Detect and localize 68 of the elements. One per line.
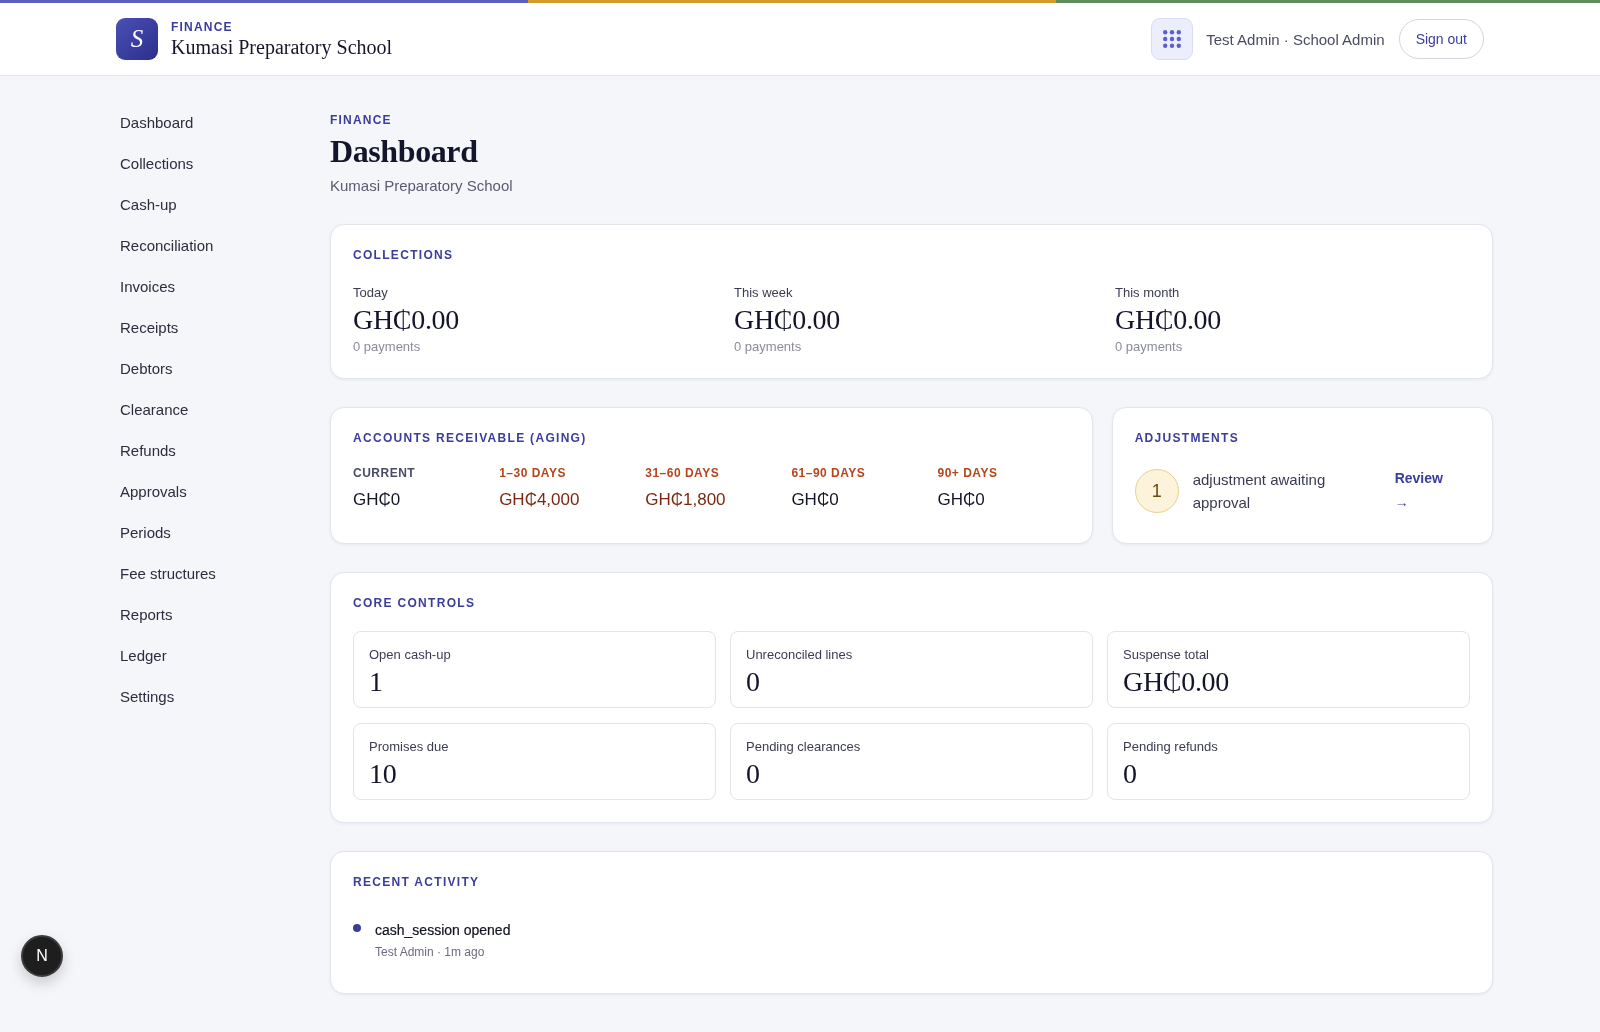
tile-label: Suspense total	[1123, 646, 1209, 664]
page-eyebrow: FINANCE	[330, 112, 392, 128]
tile-label: Pending refunds	[1123, 738, 1218, 756]
sidebar-item[interactable]: Periods	[120, 522, 171, 543]
section-label: FINANCE	[171, 19, 233, 35]
apps-menu-button[interactable]	[1151, 18, 1194, 60]
tile-label: Unreconciled lines	[746, 646, 853, 664]
bucket-amount: GH₵1,800	[645, 489, 726, 511]
period-label: This week	[734, 284, 793, 302]
activity-event: cash_session opened	[375, 921, 511, 940]
dev-indicator-button[interactable]: N	[21, 935, 63, 977]
bucket-amount: GH₵0	[353, 489, 401, 511]
period-label: This month	[1115, 284, 1180, 302]
tile-value: 0	[746, 667, 760, 697]
payment-count: 0 payments	[1115, 338, 1183, 356]
activity-meta: Test Admin · 1m ago	[375, 944, 485, 960]
page-subtitle: Kumasi Preparatory School	[330, 176, 513, 196]
sidebar-item[interactable]: Receipts	[120, 317, 179, 338]
sidebar-item[interactable]: Reconciliation	[120, 235, 214, 256]
bucket-label: 61–90 DAYS	[791, 465, 866, 481]
sidebar-item[interactable]: Collections	[120, 153, 194, 174]
review-link[interactable]: Review →	[1394, 466, 1443, 514]
tile-value: 1	[369, 667, 383, 697]
tile-label: Promises due	[369, 738, 449, 756]
sidebar-item[interactable]: Clearance	[120, 399, 189, 420]
card-title: ADJUSTMENTS	[1134, 430, 1239, 446]
bucket-amount: GH₵0	[791, 489, 839, 511]
tile-value: 0	[1123, 759, 1137, 789]
card-title: CORE CONTROLS	[353, 595, 476, 611]
sidebar-item[interactable]: Reports	[120, 604, 173, 625]
sidebar-item[interactable]: Refunds	[120, 440, 176, 461]
user-info: Test Admin · School Admin	[1206, 30, 1385, 48]
sidebar-item[interactable]: Ledger	[120, 645, 167, 666]
bucket-label: CURRENT	[353, 465, 416, 481]
payment-count: 0 payments	[734, 338, 802, 356]
sidebar-item[interactable]: Debtors	[120, 358, 173, 379]
sidebar-item[interactable]: Invoices	[120, 276, 176, 297]
bucket-amount: GH₵4,000	[499, 489, 580, 511]
sign-out-button[interactable]: Sign out	[1398, 19, 1484, 59]
tile-value: 0	[746, 759, 760, 789]
adjustment-text: adjustment awaiting approval	[1192, 470, 1327, 513]
bullet-dot-icon	[353, 924, 361, 932]
sidebar-item[interactable]: Dashboard	[120, 112, 194, 133]
period-label: Today	[353, 284, 388, 302]
sidebar-item[interactable]: Approvals	[120, 481, 187, 502]
bucket-label: 31–60 DAYS	[645, 465, 720, 481]
card-title: RECENT ACTIVITY	[353, 874, 480, 890]
grid-icon	[1163, 30, 1182, 48]
tile-value: GH₵0.00	[1123, 667, 1230, 697]
period-amount: GH₵0.00	[734, 304, 841, 336]
tile-label: Open cash-up	[369, 646, 451, 664]
bucket-label: 90+ DAYS	[937, 465, 998, 481]
period-amount: GH₵0.00	[1115, 304, 1222, 336]
payment-count: 0 payments	[353, 338, 421, 356]
page-title: Dashboard	[330, 132, 478, 170]
sidebar-item[interactable]: Settings	[120, 686, 175, 707]
card-title: COLLECTIONS	[353, 247, 454, 263]
sidebar-item[interactable]: Fee structures	[120, 563, 216, 584]
bucket-label: 1–30 DAYS	[499, 465, 566, 481]
tile-label: Pending clearances	[746, 738, 861, 756]
sidebar-item[interactable]: Cash-up	[120, 194, 177, 215]
tile-value: 10	[369, 759, 397, 789]
period-amount: GH₵0.00	[353, 304, 460, 336]
school-name: Kumasi Preparatory School	[171, 35, 393, 59]
count-badge: 1	[1134, 469, 1179, 513]
bucket-amount: GH₵0	[937, 489, 985, 511]
brand-logo: S	[116, 18, 158, 60]
card-title: ACCOUNTS RECEIVABLE (AGING)	[353, 430, 587, 446]
